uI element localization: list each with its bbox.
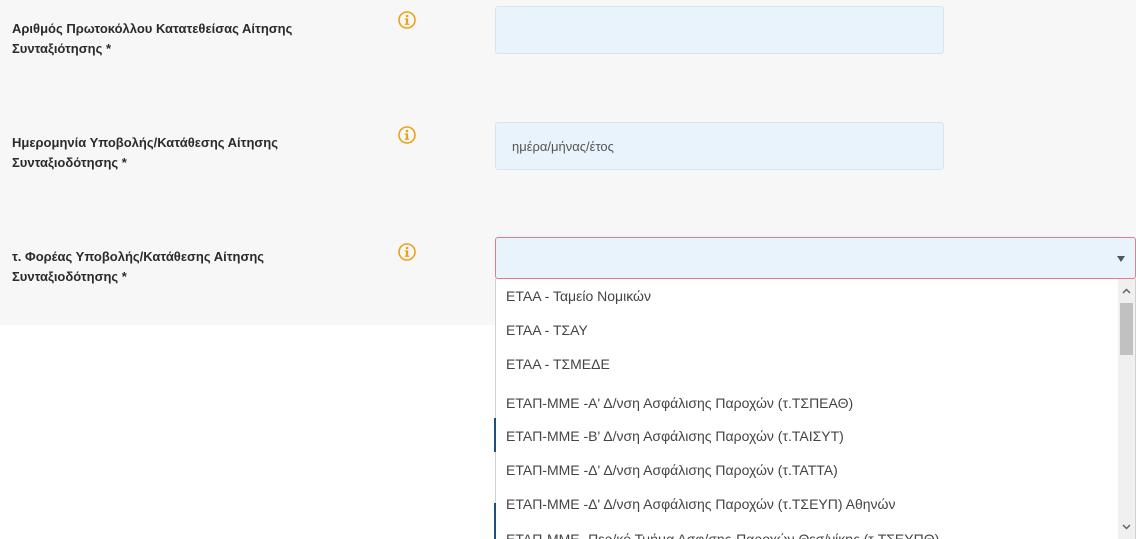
dropdown-option[interactable]: ΕΤΑΠ-ΜΜΕ -Περ/κό Τμήμα Ασφ/σης-Παροχών Θ… [496,522,1118,539]
dropdown-scrollbar[interactable] [1118,279,1135,539]
submission-authority-label: τ. Φορέας Υποβολής/Κατάθεσης Αίτησης Συν… [12,247,372,287]
dropdown-option[interactable]: ΕΤΑΠ-ΜΜΕ -Δ' Δ/νση Ασφάλισης Παροχών (τ.… [496,453,1118,487]
info-circle-icon[interactable] [398,243,416,261]
underlying-field-edge [494,503,496,539]
underlying-field-edge [494,418,496,452]
submission-date-label: Ημερομηνία Υποβολής/Κατάθεσης Αίτησης Συ… [12,133,372,173]
protocol-number-row: Αριθμός Πρωτοκόλλου Κατατεθείσας Αίτησης… [0,0,1136,100]
submission-authority-select[interactable] [495,237,1136,279]
dropdown-option[interactable]: ΕΤΑΠ-ΜΜΕ -Α' Δ/νση Ασφάλισης Παροχών (τ.… [496,386,1118,420]
protocol-number-label-line2: Συνταξιότησης * [12,41,112,56]
dropdown-option[interactable]: ΕΤΑΑ - ΤΣΑΥ [496,313,1118,347]
submission-date-input[interactable] [495,122,944,170]
info-circle-icon[interactable] [398,126,416,144]
dropdown-option[interactable]: ΕΤΑΑ - ΤΣΜΕΔΕ [496,347,1118,381]
dropdown-option[interactable]: ΕΤΑΠ-ΜΜΕ -Δ' Δ/νση Ασφάλισης Παροχών (τ.… [496,487,1118,521]
submission-date-label-line1: Ημερομηνία Υποβολής/Κατάθεσης Αίτησης [12,135,278,150]
submission-date-row: Ημερομηνία Υποβολής/Κατάθεσης Αίτησης Συ… [0,100,1136,210]
authority-dropdown-list[interactable]: ΕΤΑΑ - Ταμείο Νομικών ΕΤΑΑ - ΤΣΑΥ ΕΤΑΑ -… [495,279,1136,539]
scrollbar-thumb[interactable] [1120,303,1133,355]
scroll-down-arrow-icon[interactable] [1118,518,1135,535]
protocol-number-label: Αριθμός Πρωτοκόλλου Κατατεθείσας Αίτησης… [12,19,372,59]
info-circle-icon[interactable] [398,11,416,29]
protocol-number-input[interactable] [495,6,944,54]
submission-authority-label-line1: τ. Φορέας Υποβολής/Κατάθεσης Αίτησης [12,249,265,264]
dropdown-option[interactable]: ΕΤΑΑ - Ταμείο Νομικών [496,279,1118,313]
submission-authority-label-line2: Συνταξιοδότησης * [12,269,127,284]
dropdown-option[interactable]: ΕΤΑΠ-ΜΜΕ -Β' Δ/νση Ασφάλισης Παροχών (τ.… [496,419,1118,453]
scroll-up-arrow-icon[interactable] [1118,283,1135,300]
submission-date-label-line2: Συνταξιοδότησης * [12,155,127,170]
protocol-number-label-line1: Αριθμός Πρωτοκόλλου Κατατεθείσας Αίτησης [12,21,293,36]
caret-down-icon[interactable] [1115,252,1127,264]
